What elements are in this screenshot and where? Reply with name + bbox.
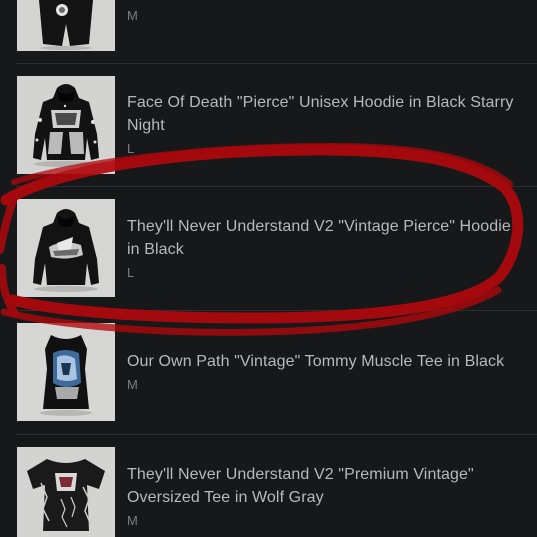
product-thumbnail[interactable] <box>17 199 115 297</box>
shorts-product-image-icon <box>17 0 115 51</box>
product-thumbnail[interactable] <box>17 323 115 421</box>
item-size: M <box>127 8 138 23</box>
list-item[interactable]: They'll Never Understand V2 "Vintage Pie… <box>0 187 537 311</box>
product-thumbnail[interactable] <box>17 0 115 51</box>
item-title[interactable]: They'll Never Understand V2 "Premium Vin… <box>127 463 527 509</box>
list-item[interactable]: They'll Never Understand V2 "Premium Vin… <box>0 435 537 537</box>
order-items-list: M Face Of Death "Pierce" Unisex Hoodie i <box>0 0 537 537</box>
oversized-tee-product-image-icon <box>17 447 115 537</box>
item-title[interactable]: Face Of Death "Pierce" Unisex Hoodie in … <box>127 91 527 137</box>
list-item[interactable]: Our Own Path "Vintage" Tommy Muscle Tee … <box>0 311 537 435</box>
product-thumbnail[interactable] <box>17 447 115 537</box>
item-title[interactable]: Our Own Path "Vintage" Tommy Muscle Tee … <box>127 350 527 373</box>
list-item[interactable]: M <box>0 0 537 64</box>
item-title[interactable]: They'll Never Understand V2 "Vintage Pie… <box>127 215 527 261</box>
item-size: L <box>127 265 135 280</box>
item-size: L <box>127 141 135 156</box>
list-item[interactable]: Face Of Death "Pierce" Unisex Hoodie in … <box>0 64 537 187</box>
product-thumbnail[interactable] <box>17 76 115 174</box>
hoodie-product-image-icon <box>17 76 115 174</box>
muscle-tee-product-image-icon <box>17 323 115 421</box>
item-size: M <box>127 513 138 528</box>
hoodie-product-image-icon <box>17 199 115 297</box>
item-size: M <box>127 377 138 392</box>
